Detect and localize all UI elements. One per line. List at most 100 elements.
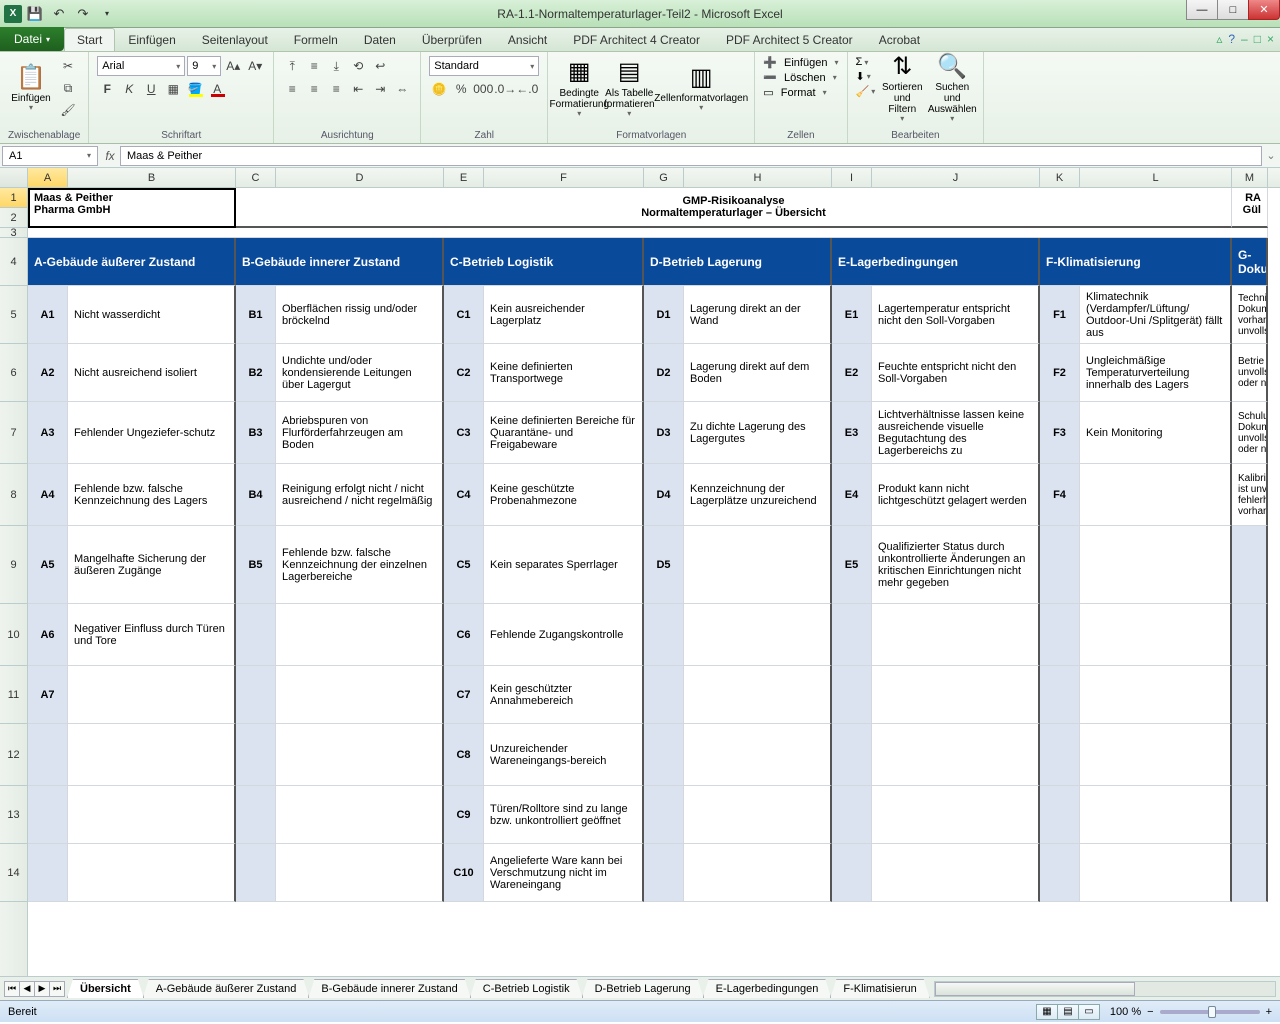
- view-pagelayout-icon[interactable]: ▤: [1057, 1004, 1079, 1020]
- cell-r10-L[interactable]: [1080, 604, 1232, 666]
- cell-r11-L[interactable]: [1080, 666, 1232, 724]
- cell-r11-D[interactable]: [276, 666, 444, 724]
- cell-r5-K[interactable]: F1: [1040, 286, 1080, 344]
- cell-r9-L[interactable]: [1080, 526, 1232, 604]
- cell-r8-J[interactable]: Produkt kann nicht lichtgeschützt gelage…: [872, 464, 1040, 526]
- cell-r10-F[interactable]: Fehlende Zugangskontrolle: [484, 604, 644, 666]
- find-select-button[interactable]: 🔍Suchen und Auswählen▾: [929, 56, 975, 122]
- cell-r14-E[interactable]: C10: [444, 844, 484, 902]
- cell-r9-H[interactable]: [684, 526, 832, 604]
- cell-r8-A[interactable]: A4: [28, 464, 68, 526]
- col-header-J[interactable]: J: [872, 168, 1040, 187]
- copy-icon[interactable]: ⧉: [58, 78, 78, 98]
- cell-company[interactable]: Maas & PeitherPharma GmbH: [28, 188, 236, 228]
- file-tab[interactable]: Datei▾: [0, 27, 64, 51]
- cell-r10-M[interactable]: [1232, 604, 1268, 666]
- cell-r9-M[interactable]: [1232, 526, 1268, 604]
- zoom-level[interactable]: 100 %: [1110, 1006, 1141, 1018]
- header-D[interactable]: D-Betrieb Lagerung: [644, 238, 832, 286]
- italic-button[interactable]: K: [119, 79, 139, 99]
- cell-r11-A[interactable]: A7: [28, 666, 68, 724]
- mdi-restore-icon[interactable]: □: [1254, 32, 1261, 46]
- cell-r5-A[interactable]: A1: [28, 286, 68, 344]
- qat-save-icon[interactable]: 💾: [24, 3, 46, 25]
- cell-r7-D[interactable]: Abriebspuren von Flurförderfahrzeugen am…: [276, 402, 444, 464]
- cell-r10-G[interactable]: [644, 604, 684, 666]
- cell-r12-B[interactable]: [68, 724, 236, 786]
- cell-r5-J[interactable]: Lagertemperatur entspricht nicht den Sol…: [872, 286, 1040, 344]
- cell-r10-J[interactable]: [872, 604, 1040, 666]
- tab-next-icon[interactable]: ▶: [34, 981, 50, 997]
- cell-r10-I[interactable]: [832, 604, 872, 666]
- cell-r11-J[interactable]: [872, 666, 1040, 724]
- row-header-5[interactable]: 5: [0, 286, 27, 344]
- maximize-button[interactable]: □: [1217, 0, 1249, 20]
- cell-r13-A[interactable]: [28, 786, 68, 844]
- wrap-text-icon[interactable]: ↩: [370, 56, 390, 76]
- align-bottom-icon[interactable]: ⤓: [326, 56, 346, 76]
- ribbon-tab-seitenlayout[interactable]: Seitenlayout: [189, 28, 281, 51]
- cell-r5-C[interactable]: B1: [236, 286, 276, 344]
- formula-input[interactable]: Maas & Peither: [120, 146, 1262, 166]
- row-header-2[interactable]: 2: [0, 208, 27, 228]
- minimize-ribbon-icon[interactable]: ▵: [1216, 32, 1222, 46]
- cell-r7-K[interactable]: F3: [1040, 402, 1080, 464]
- sheet-tab-1[interactable]: A-Gebäude äußerer Zustand: [143, 979, 310, 998]
- col-header-D[interactable]: D: [276, 168, 444, 187]
- cell-r6-K[interactable]: F2: [1040, 344, 1080, 402]
- cell-r6-E[interactable]: C2: [444, 344, 484, 402]
- ribbon-tab-start[interactable]: Start: [64, 28, 115, 51]
- cell-r11-B[interactable]: [68, 666, 236, 724]
- cell-r12-L[interactable]: [1080, 724, 1232, 786]
- cell-r12-A[interactable]: [28, 724, 68, 786]
- ribbon-tab-überprüfen[interactable]: Überprüfen: [409, 28, 495, 51]
- conditional-formatting-button[interactable]: ▦Bedingte Formatierung▾: [556, 56, 602, 122]
- col-header-G[interactable]: G: [644, 168, 684, 187]
- col-header-F[interactable]: F: [484, 168, 644, 187]
- cell-r9-G[interactable]: D5: [644, 526, 684, 604]
- cell-r5-D[interactable]: Oberflächen rissig und/oder bröckelnd: [276, 286, 444, 344]
- underline-button[interactable]: U: [141, 79, 161, 99]
- cell-r8-H[interactable]: Kennzeichnung der Lagerplätze unzureiche…: [684, 464, 832, 526]
- insert-cells-button[interactable]: ➕ Einfügen ▾: [763, 56, 838, 69]
- header-A[interactable]: A-Gebäude äußerer Zustand: [28, 238, 236, 286]
- cell-r6-I[interactable]: E2: [832, 344, 872, 402]
- cell-r11-C[interactable]: [236, 666, 276, 724]
- cell-r11-I[interactable]: [832, 666, 872, 724]
- header-G[interactable]: G-Dokume: [1232, 238, 1268, 286]
- name-box[interactable]: A1▾: [2, 146, 98, 166]
- tab-prev-icon[interactable]: ◀: [19, 981, 35, 997]
- cell-r12-I[interactable]: [832, 724, 872, 786]
- cell-r9-E[interactable]: C5: [444, 526, 484, 604]
- qat-redo-icon[interactable]: ↷: [72, 3, 94, 25]
- ribbon-tab-formeln[interactable]: Formeln: [281, 28, 351, 51]
- cell-r6-G[interactable]: D2: [644, 344, 684, 402]
- cell-r7-I[interactable]: E3: [832, 402, 872, 464]
- row-header-10[interactable]: 10: [0, 604, 27, 666]
- col-header-E[interactable]: E: [444, 168, 484, 187]
- cell-r12-K[interactable]: [1040, 724, 1080, 786]
- cell-r8-M[interactable]: Kalibri ist unv fehlerh vorhan: [1232, 464, 1268, 526]
- cell-r14-F[interactable]: Angelieferte Ware kann bei Verschmutzung…: [484, 844, 644, 902]
- thousands-icon[interactable]: 000: [473, 79, 493, 99]
- percent-icon[interactable]: %: [451, 79, 471, 99]
- ribbon-tab-pdf-architect-5-creator[interactable]: PDF Architect 5 Creator: [713, 28, 866, 51]
- ribbon-tab-ansicht[interactable]: Ansicht: [495, 28, 560, 51]
- mdi-minimize-icon[interactable]: –: [1241, 32, 1248, 46]
- minimize-button[interactable]: —: [1186, 0, 1218, 20]
- cell-r9-J[interactable]: Qualifizierter Status durch unkontrollie…: [872, 526, 1040, 604]
- ribbon-tab-daten[interactable]: Daten: [351, 28, 409, 51]
- autosum-button[interactable]: Σ▾: [856, 56, 876, 68]
- cell-r5-G[interactable]: D1: [644, 286, 684, 344]
- view-normal-icon[interactable]: ▦: [1036, 1004, 1058, 1020]
- align-right-icon[interactable]: ≡: [326, 79, 346, 99]
- row-header-3[interactable]: 3: [0, 228, 27, 238]
- delete-cells-button[interactable]: ➖ Löschen ▾: [763, 71, 836, 84]
- cell-r14-H[interactable]: [684, 844, 832, 902]
- row-header-8[interactable]: 8: [0, 464, 27, 526]
- align-top-icon[interactable]: ⤒: [282, 56, 302, 76]
- increase-indent-icon[interactable]: ⇥: [370, 79, 390, 99]
- increase-decimal-icon[interactable]: .0→: [495, 79, 515, 99]
- cell-r13-D[interactable]: [276, 786, 444, 844]
- cell-r14-I[interactable]: [832, 844, 872, 902]
